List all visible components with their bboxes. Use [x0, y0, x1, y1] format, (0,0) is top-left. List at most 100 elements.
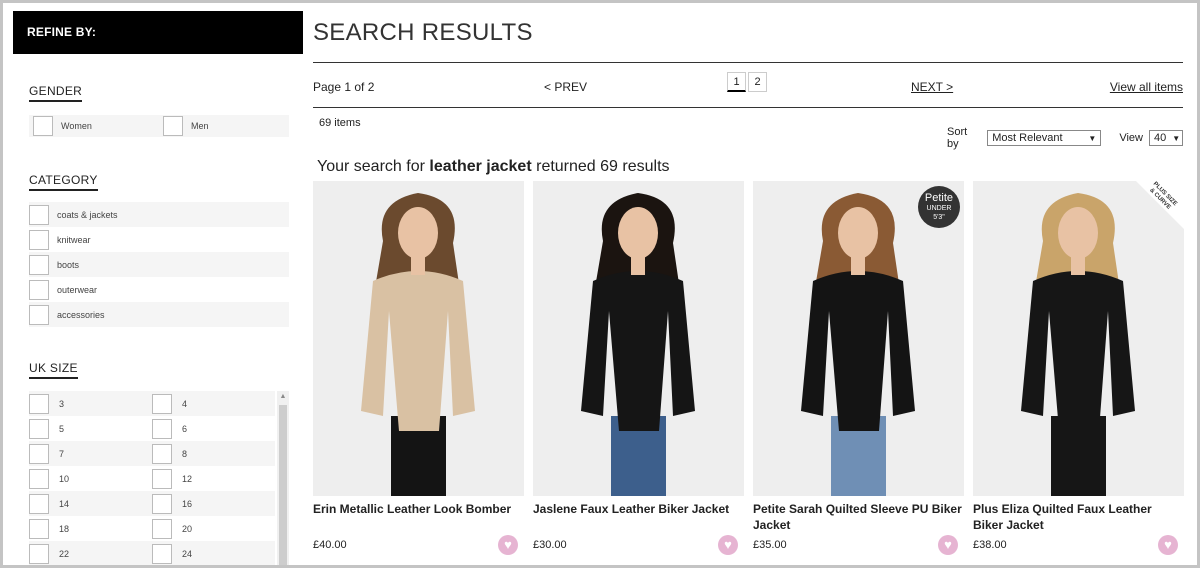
gender-facet-title[interactable]: GENDER — [29, 84, 83, 102]
size-option[interactable]: 3 — [29, 393, 152, 414]
checkbox[interactable] — [29, 443, 49, 464]
search-results-main: SEARCH RESULTS Page 1 of 2 < PREV 1 2 NE… — [313, 11, 1184, 555]
page-1-button[interactable]: 1 — [727, 72, 746, 92]
size-option[interactable]: 6 — [152, 418, 275, 439]
heart-icon[interactable]: ♥ — [938, 535, 958, 555]
gender-options: Women Men — [29, 115, 289, 137]
size-option[interactable]: 5 — [29, 418, 152, 439]
search-term: leather jacket — [429, 158, 532, 175]
size-option[interactable]: 7 — [29, 443, 152, 464]
checkbox[interactable] — [152, 443, 172, 464]
heart-icon[interactable]: ♥ — [498, 535, 518, 555]
neck-shape — [1071, 255, 1085, 275]
size-option[interactable]: 18 — [29, 518, 152, 539]
scroll-up-arrow-icon[interactable]: ▲ — [277, 391, 289, 403]
checkbox[interactable] — [29, 304, 49, 325]
page-title: SEARCH RESULTS — [313, 19, 1183, 63]
product-name[interactable]: Jaslene Faux Leather Biker Jacket — [533, 501, 744, 537]
page-2-button[interactable]: 2 — [748, 72, 767, 92]
category-facet-title[interactable]: CATEGORY — [29, 173, 98, 191]
sort-label: Sort by — [947, 126, 968, 150]
dropdown-arrow-icon: ▼ — [1088, 133, 1097, 143]
size-option[interactable]: 10 — [29, 468, 152, 489]
size-option[interactable]: 16 — [152, 493, 275, 514]
size-option[interactable]: 4 — [152, 393, 275, 414]
gender-option-men[interactable]: Men — [163, 116, 209, 136]
view-all-items-link[interactable]: View all items — [1110, 80, 1183, 94]
product-price: £40.00 — [313, 539, 347, 551]
checkbox[interactable] — [152, 393, 172, 414]
size-option[interactable]: 22 — [29, 543, 152, 564]
next-page-link[interactable]: NEXT > — [911, 80, 953, 94]
size-option[interactable]: 24 — [152, 543, 275, 564]
heart-icon[interactable]: ♥ — [1158, 535, 1178, 555]
size-row: 5 6 — [29, 416, 275, 441]
category-option-knitwear[interactable]: knitwear — [29, 227, 289, 252]
checkbox[interactable] — [29, 204, 49, 225]
product-card[interactable]: Erin Metallic Leather Look Bomber £40.00… — [313, 181, 524, 555]
product-card[interactable]: PLUS SIZE & CURVE Plus Eliza Quilted Fau… — [973, 181, 1184, 555]
checkbox[interactable] — [29, 254, 49, 275]
prev-page-link[interactable]: < PREV — [544, 80, 587, 94]
view-label: View — [1119, 132, 1143, 144]
product-name[interactable]: Plus Eliza Quilted Faux Leather Biker Ja… — [973, 501, 1184, 537]
size-option[interactable]: 14 — [29, 493, 152, 514]
checkbox[interactable] — [152, 418, 172, 439]
dropdown-arrow-icon: ▼ — [1172, 133, 1181, 143]
checkbox[interactable] — [29, 493, 49, 514]
size-option[interactable]: 12 — [152, 468, 275, 489]
category-option-boots[interactable]: boots — [29, 252, 289, 277]
checkbox[interactable] — [163, 116, 183, 136]
view-count-select[interactable]: 40 ▼ — [1149, 130, 1183, 146]
category-option-accessories[interactable]: accessories — [29, 302, 289, 327]
neck-shape — [411, 255, 425, 275]
sort-controls: Sort by Most Relevant ▼ View 40 ▼ — [947, 126, 1183, 150]
refine-sidebar: REFINE BY: GENDER Women Men CATEGORY coa… — [13, 11, 303, 565]
checkbox[interactable] — [152, 518, 172, 539]
checkbox[interactable] — [29, 229, 49, 250]
size-list-scrollbar[interactable]: ▲ — [277, 391, 289, 565]
jacket-shape — [801, 271, 915, 431]
size-row: 14 16 — [29, 491, 275, 516]
model-illustration — [581, 193, 695, 496]
pagination-bar: Page 1 of 2 < PREV 1 2 NEXT > View all i… — [313, 63, 1183, 108]
gender-option-women[interactable]: Women — [33, 116, 92, 136]
checkbox[interactable] — [29, 543, 49, 564]
product-image[interactable]: PLUS SIZE & CURVE — [973, 181, 1184, 496]
checkbox[interactable] — [33, 116, 53, 136]
page-number-list: 1 2 — [727, 72, 767, 92]
checkbox[interactable] — [29, 393, 49, 414]
product-grid: Erin Metallic Leather Look Bomber £40.00… — [313, 181, 1184, 555]
category-option-outerwear[interactable]: outerwear — [29, 277, 289, 302]
size-row: 3 4 — [29, 391, 275, 416]
face-shape — [838, 207, 878, 259]
neck-shape — [631, 255, 645, 275]
product-name[interactable]: Petite Sarah Quilted Sleeve PU Biker Jac… — [753, 501, 964, 537]
heart-icon[interactable]: ♥ — [718, 535, 738, 555]
size-option[interactable]: 20 — [152, 518, 275, 539]
checkbox[interactable] — [152, 543, 172, 564]
scrollbar-thumb[interactable] — [279, 405, 287, 565]
category-list: coats & jackets knitwear boots outerwear… — [29, 202, 289, 327]
size-row: 18 20 — [29, 516, 275, 541]
face-shape — [1058, 207, 1098, 259]
checkbox[interactable] — [152, 468, 172, 489]
checkbox[interactable] — [152, 493, 172, 514]
product-card[interactable]: Jaslene Faux Leather Biker Jacket £30.00… — [533, 181, 744, 555]
product-image[interactable] — [533, 181, 744, 496]
checkbox[interactable] — [29, 518, 49, 539]
category-option-coats-jackets[interactable]: coats & jackets — [29, 202, 289, 227]
model-illustration — [361, 193, 475, 496]
size-facet-title[interactable]: UK SIZE — [29, 361, 78, 379]
size-option[interactable]: 8 — [152, 443, 275, 464]
jacket-shape — [581, 271, 695, 431]
checkbox[interactable] — [29, 279, 49, 300]
product-image[interactable] — [313, 181, 524, 496]
checkbox[interactable] — [29, 418, 49, 439]
sort-select[interactable]: Most Relevant ▼ — [987, 130, 1102, 146]
product-image[interactable]: Petite UNDER 5'3" — [753, 181, 964, 496]
size-row: 10 12 — [29, 466, 275, 491]
checkbox[interactable] — [29, 468, 49, 489]
product-name[interactable]: Erin Metallic Leather Look Bomber — [313, 501, 524, 537]
product-card[interactable]: Petite UNDER 5'3" Petite Sarah Quilted S… — [753, 181, 964, 555]
